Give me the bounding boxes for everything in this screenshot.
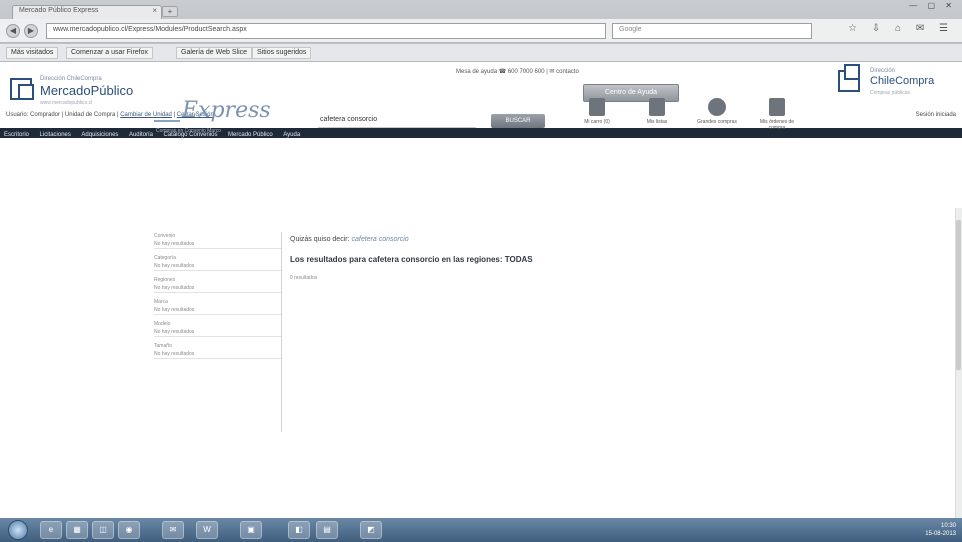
filter-group-marca: Marca No hay resultados — [154, 298, 281, 315]
filter-title: Categoría — [154, 255, 176, 261]
filter-group-convenio: Convenio No hay resultados — [154, 232, 281, 249]
filter-value[interactable]: No hay resultados — [154, 240, 281, 249]
taskbar-app[interactable]: ◉ — [118, 521, 140, 539]
my-lists-label: Mis listas — [646, 119, 668, 125]
taskbar-app[interactable]: W — [196, 521, 218, 539]
taskbar-app[interactable]: ◫ — [92, 521, 114, 539]
chilecompra-logo[interactable]: Dirección ChileCompra Compras públicas — [838, 64, 948, 100]
box-icon — [708, 98, 726, 116]
results-heading: Los resultados para cafetera consorcio e… — [290, 255, 533, 264]
browser-tab[interactable]: Mercado Público Express × — [12, 5, 162, 19]
logo-caption: Dirección ChileCompra — [40, 76, 102, 82]
cc-logo-text: ChileCompra — [870, 75, 935, 87]
suggestion-link[interactable]: cafetera consorcio — [351, 236, 408, 243]
tray-date: 15-08-2013 — [925, 531, 956, 537]
logo-mark-inner — [18, 84, 34, 100]
filter-title: Tamaño — [154, 343, 172, 349]
filter-group-modelo: Modelo No hay resultados — [154, 320, 281, 337]
web-page: Dirección ChileCompra MercadoPúblico www… — [0, 62, 962, 518]
express-logo-icon — [154, 102, 180, 122]
tab-title: Mercado Público Express — [19, 7, 99, 14]
taskbar-app[interactable]: ✉ — [162, 521, 184, 539]
filter-group-tamano: Tamaño No hay resultados — [154, 342, 281, 359]
orders-icon — [769, 98, 785, 116]
cart-button[interactable]: Mi carro (0) — [574, 98, 620, 142]
system-tray-clock[interactable]: 10:30 15-08-2013 — [925, 522, 956, 538]
tray-time: 10:30 — [940, 523, 956, 529]
filter-value[interactable]: No hay resultados — [154, 306, 281, 315]
scrollbar-thumb[interactable] — [956, 220, 961, 370]
browser-chrome: Mercado Público Express × + — ▢ ✕ ◀ ▶ ww… — [0, 0, 962, 66]
search-button[interactable]: BUSCAR — [491, 114, 545, 128]
bookmark-item[interactable]: Más visitados — [6, 47, 59, 59]
cc-logo-mark-inner — [844, 64, 860, 80]
close-icon[interactable]: × — [152, 6, 157, 15]
taskbar-app[interactable]: ▣ — [240, 521, 262, 539]
search-results: Quizás quiso decir: cafetera consorcio L… — [290, 236, 850, 281]
session-info: Sesión iniciada — [915, 112, 956, 118]
my-orders-button[interactable]: Mis órdenes de compra — [754, 98, 800, 142]
list-icon — [649, 98, 665, 116]
main-navigation: Escritorio Licitaciones Adquisiciones Au… — [0, 128, 962, 138]
filter-group-regiones: Regiones No hay resultados — [154, 276, 281, 293]
logo-subtitle: www.mercadopublico.cl — [40, 100, 93, 106]
my-lists-button[interactable]: Mis listas — [634, 98, 680, 142]
taskbar-app[interactable]: e — [40, 521, 62, 539]
window-controls[interactable]: — ▢ ✕ — [909, 1, 956, 10]
filter-title: Marca — [154, 299, 168, 305]
logo-text: MercadoPúblico — [40, 83, 134, 98]
windows-taskbar: e ▦ ◫ ◉ ✉ W ▣ ◧ ▤ ◩ 10:30 15-08-2013 — [0, 518, 962, 542]
filter-value[interactable]: No hay resultados — [154, 284, 281, 293]
start-button[interactable] — [8, 520, 28, 540]
filter-title: Convenio — [154, 233, 176, 239]
bulk-purchases-button[interactable]: Grandes compras — [694, 98, 740, 142]
product-search-input[interactable]: cafetera consorcio — [318, 114, 476, 128]
taskbar-app[interactable]: ▤ — [316, 521, 338, 539]
bookmarks-bar: Más visitados Comenzar a usar Firefox Ga… — [0, 44, 962, 62]
filter-value[interactable]: No hay resultados — [154, 262, 281, 271]
taskbar-app[interactable]: ◩ — [360, 521, 382, 539]
support-info: Mesa de ayuda ☎ 600 7000 600 | ✉ contact… — [456, 69, 579, 75]
nav-item-licitaciones[interactable]: Licitaciones — [36, 131, 75, 138]
cc-logo-caption: Dirección — [870, 68, 896, 74]
toolbar-icons[interactable]: ☆ ⇩ ⌂ ✉ ☰ — [848, 23, 954, 34]
cart-icon — [589, 98, 605, 116]
address-bar[interactable]: www.mercadopublico.cl/Express/Modules/Pr… — [46, 23, 606, 39]
results-count: 0 resultados — [290, 275, 318, 281]
filter-sidebar: Convenio No hay resultados Categoría No … — [154, 232, 282, 432]
user-info-text: Usuario: Comprador | Unidad de Compra — [6, 112, 116, 118]
browser-search-input[interactable]: Google — [612, 23, 812, 39]
bookmark-item[interactable]: Comenzar a usar Firefox — [66, 47, 154, 59]
nav-item-escritorio[interactable]: Escritorio — [0, 131, 33, 138]
taskbar-app[interactable]: ◧ — [288, 521, 310, 539]
taskbar-app[interactable]: ▦ — [66, 521, 88, 539]
express-logo[interactable]: Express Compras en Convenio Marco — [152, 96, 292, 142]
new-tab-button[interactable]: + — [162, 6, 178, 17]
my-orders-label: Mis órdenes de compra — [759, 119, 795, 131]
cart-label: Mi carro (0) — [584, 119, 610, 125]
nav-item-adquisiciones[interactable]: Adquisiciones — [77, 131, 122, 138]
did-you-mean: Quizás quiso decir: cafetera consorcio — [290, 236, 850, 243]
filter-title: Modelo — [154, 321, 171, 327]
filter-title: Regiones — [154, 277, 176, 283]
tab-strip: Mercado Público Express × + — ▢ ✕ — [0, 0, 962, 19]
express-logo-subtitle: Compras en Convenio Marco — [156, 128, 222, 134]
bulk-purchases-label: Grandes compras — [697, 119, 737, 125]
navigation-bar: ◀ ▶ www.mercadopublico.cl/Express/Module… — [0, 19, 962, 43]
back-icon[interactable]: ◀ — [6, 24, 20, 38]
forward-icon[interactable]: ▶ — [24, 24, 38, 38]
express-logo-text: Express — [182, 98, 271, 123]
did-you-mean-label: Quizás quiso decir: — [290, 236, 350, 243]
bookmark-item[interactable]: Sitios sugeridos — [252, 47, 312, 59]
filter-group-categoria: Categoría No hay resultados — [154, 254, 281, 271]
filter-value[interactable]: No hay resultados — [154, 350, 281, 359]
filter-value[interactable]: No hay resultados — [154, 328, 281, 337]
bookmark-item[interactable]: Galería de Web Slice — [176, 47, 253, 59]
cc-logo-subtitle: Compras públicas — [870, 90, 911, 96]
